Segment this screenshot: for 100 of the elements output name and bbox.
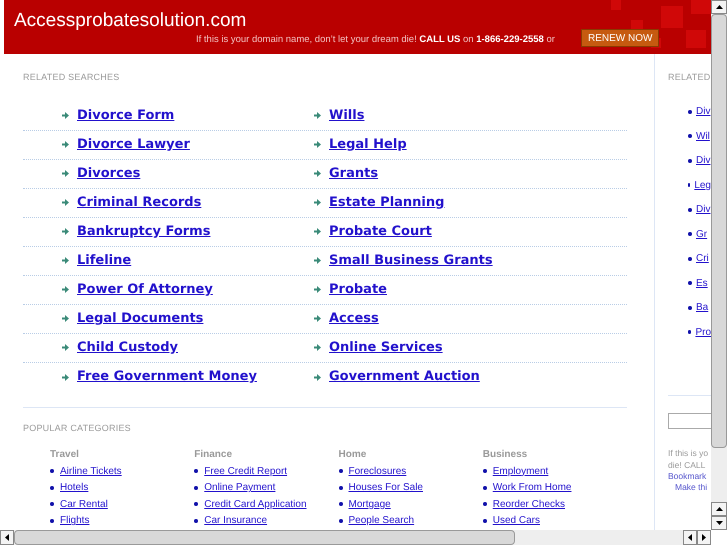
bookmark-link[interactable]: Bookmark (668, 470, 711, 480)
triangle-icon (702, 534, 706, 541)
sidebar-link[interactable]: Div (696, 104, 710, 120)
section-heading: RELATED (668, 71, 711, 84)
scroll-left-button[interactable] (0, 530, 14, 545)
bullet-icon (688, 208, 692, 212)
sidebar-link[interactable]: Div (696, 202, 710, 218)
search-link[interactable]: Probate Court (329, 222, 432, 242)
arrow-icon (314, 170, 321, 177)
bullet-icon (194, 469, 198, 474)
search-link[interactable]: Small Business Grants (329, 250, 493, 270)
scroll-left-button[interactable] (683, 530, 697, 545)
sidebar-link[interactable]: Pro (695, 324, 711, 340)
renew-now-button[interactable]: RENEW NOW (581, 29, 660, 47)
category-link[interactable]: Credit Card Application (204, 496, 307, 512)
bullet-icon (338, 518, 342, 523)
bullet-icon (338, 469, 342, 474)
category-link[interactable]: Free Credit Report (204, 464, 288, 479)
triangle-icon (716, 507, 722, 511)
category-link[interactable]: Used Cars (492, 513, 540, 528)
scroll-up-button[interactable] (711, 0, 727, 14)
sidebar-link[interactable]: Es (696, 276, 708, 291)
category-link[interactable]: Reorder Checks (492, 496, 566, 512)
scroll-up-button[interactable] (711, 502, 727, 516)
bullet-icon (194, 486, 198, 490)
search-link[interactable]: Grants (329, 164, 378, 184)
vertical-scrollbar[interactable] (711, 0, 727, 530)
horizontal-scrollbar[interactable] (0, 530, 711, 545)
bullet-icon (194, 518, 198, 523)
search-link[interactable]: Free Government Money (77, 367, 257, 387)
arrow-icon (314, 344, 321, 351)
category-link[interactable]: People Search (348, 513, 414, 528)
sidebar-link[interactable]: Gr (696, 226, 708, 242)
search-link[interactable]: Criminal Records (77, 192, 202, 212)
category-link[interactable]: Mortgage (348, 496, 391, 512)
scroll-right-button[interactable] (697, 530, 711, 545)
scrollbar-thumb[interactable] (711, 14, 727, 448)
category-link[interactable]: Employment (492, 464, 548, 479)
search-link[interactable]: Legal Help (329, 134, 407, 154)
search-link[interactable]: Lifeline (77, 250, 132, 270)
category-heading: Home (338, 448, 368, 462)
sidebar-link[interactable]: Ba (696, 300, 708, 316)
arrow-icon (314, 141, 321, 148)
scroll-down-button[interactable] (711, 516, 727, 530)
search-link[interactable]: Online Services (329, 338, 443, 358)
bullet-icon (688, 256, 692, 261)
search-link[interactable]: Child Custody (77, 338, 178, 358)
bullet-icon (688, 232, 692, 236)
arrow-icon (62, 257, 69, 264)
category-heading: Business (482, 448, 528, 462)
search-link[interactable]: Estate Planning (329, 192, 444, 212)
search-link[interactable]: Wills (329, 106, 364, 126)
category-link[interactable]: Online Payment (204, 480, 276, 496)
section-heading: POPULAR CATEGORIES (23, 422, 132, 434)
bullet-icon (194, 502, 198, 506)
homepage-link[interactable]: Make thi (668, 480, 711, 492)
sidebar-link[interactable]: Wil (696, 128, 710, 144)
bullet-icon (482, 486, 487, 490)
search-link[interactable]: Power Of Attorney (77, 280, 213, 300)
category-heading: Finance (194, 448, 234, 462)
arrow-icon (314, 374, 321, 380)
arrow-icon (314, 228, 321, 235)
category-link[interactable]: Flights (60, 513, 90, 528)
category-link[interactable]: Foreclosures (348, 464, 406, 479)
search-link[interactable]: Government Auction (329, 367, 480, 387)
category-link[interactable]: Hotels (60, 480, 88, 496)
category-link[interactable]: Airline Tickets (60, 464, 122, 479)
notice-text: die! CALL (668, 458, 706, 470)
sidebar-link[interactable]: Leg (694, 178, 711, 193)
search-link[interactable]: Legal Documents (77, 308, 204, 328)
category-link[interactable]: Car Rental (60, 496, 108, 512)
search-link[interactable]: Bankruptcy Forms (77, 222, 210, 242)
search-link[interactable]: Divorces (77, 164, 140, 184)
bullet-icon (688, 330, 692, 334)
triangle-icon (716, 5, 722, 9)
search-link[interactable]: Divorce Form (77, 106, 174, 126)
arrow-icon (62, 228, 69, 235)
bullet-icon (688, 183, 690, 188)
scrollbar-thumb[interactable] (14, 530, 515, 545)
arrow-icon (62, 344, 69, 351)
bullet-icon (482, 502, 487, 506)
category-link[interactable]: Work From Home (492, 480, 572, 496)
search-link[interactable]: Access (329, 308, 379, 328)
arrow-icon (62, 170, 69, 177)
sidebar-link[interactable]: Cri (696, 251, 709, 266)
bullet-icon (338, 502, 342, 506)
arrow-icon (314, 257, 321, 264)
arrow-icon (62, 141, 69, 148)
arrow-icon (314, 286, 321, 293)
sidebar-link[interactable]: Div (696, 153, 710, 168)
bullet-icon (482, 469, 487, 474)
search-link[interactable]: Divorce Lawyer (77, 134, 190, 154)
bullet-icon (688, 281, 692, 286)
bullet-icon (50, 469, 54, 474)
bullet-icon (50, 518, 54, 523)
category-link[interactable]: Houses For Sale (348, 480, 423, 496)
search-link[interactable]: Probate (329, 280, 387, 300)
triangle-icon (5, 534, 9, 541)
section-heading: RELATED SEARCHES (23, 71, 120, 84)
category-link[interactable]: Car Insurance (204, 513, 268, 528)
